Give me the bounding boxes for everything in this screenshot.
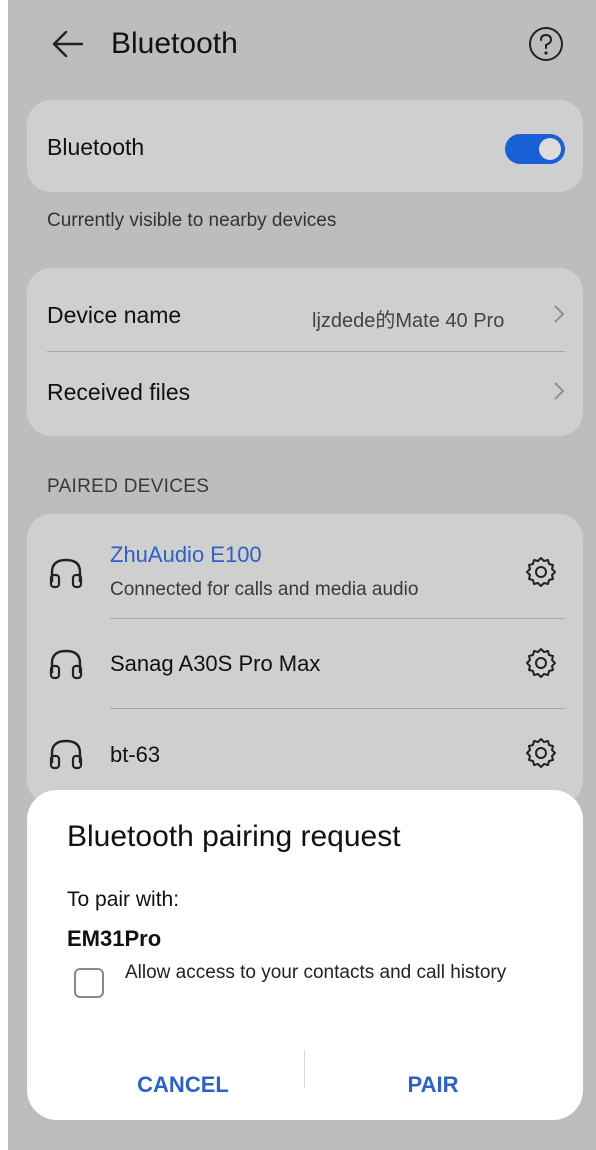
chevron-right-icon	[552, 381, 566, 401]
bluetooth-toggle-label: Bluetooth	[47, 134, 145, 160]
top-bar: Bluetooth	[8, 0, 596, 96]
device-status: Connected for calls and media audio	[110, 579, 419, 600]
chevron-right-icon	[552, 304, 566, 324]
back-arrow-icon[interactable]	[48, 24, 88, 64]
contacts-access-checkbox[interactable]	[74, 968, 104, 998]
device-name-sanag[interactable]: Sanag A30S Pro Max	[110, 651, 320, 677]
visibility-note: Currently visible to nearby devices	[47, 210, 337, 231]
contacts-access-label[interactable]: Allow access to your contacts and call h…	[125, 960, 525, 985]
device-name-zhuaudio[interactable]: ZhuAudio E100	[110, 542, 262, 568]
headphones-icon	[48, 647, 84, 681]
device-name-bt63[interactable]: bt-63	[110, 742, 160, 768]
help-icon[interactable]	[526, 24, 566, 64]
gear-icon[interactable]	[524, 555, 558, 589]
pair-button[interactable]: PAIR	[333, 1072, 533, 1098]
dialog-prompt: To pair with:	[67, 888, 180, 911]
toggle-knob	[539, 138, 561, 160]
headphones-icon	[48, 737, 84, 771]
headphones-icon	[48, 556, 84, 590]
device-name-value: ljzdede的Mate 40 Pro	[312, 310, 505, 332]
gear-icon[interactable]	[524, 736, 558, 770]
row-divider	[110, 618, 565, 619]
paired-devices-heading: PAIRED DEVICES	[47, 476, 210, 497]
page-title: Bluetooth	[111, 27, 238, 60]
button-divider	[304, 1050, 305, 1088]
dialog-title: Bluetooth pairing request	[67, 820, 401, 853]
row-divider	[47, 351, 565, 352]
bluetooth-toggle[interactable]	[505, 134, 565, 164]
dialog-device-name: EM31Pro	[67, 926, 162, 951]
device-name-label[interactable]: Device name	[47, 302, 181, 329]
gear-icon[interactable]	[524, 646, 558, 680]
received-files-label[interactable]: Received files	[47, 379, 190, 406]
bluetooth-settings-screen: Bluetooth Bluetooth Currently visible to…	[8, 0, 596, 1150]
pairing-dialog: Bluetooth pairing request To pair with: …	[27, 790, 583, 1120]
row-divider	[110, 708, 565, 709]
device-settings-card	[27, 268, 583, 436]
cancel-button[interactable]: CANCEL	[83, 1072, 283, 1098]
